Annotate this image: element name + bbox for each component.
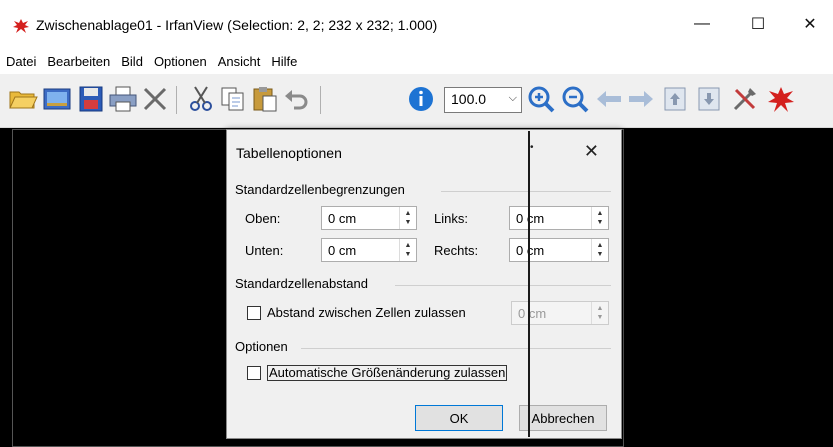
next-icon[interactable]	[626, 84, 656, 114]
menu-ansicht[interactable]: Ansicht	[218, 54, 261, 69]
group-options-label: Optionen	[235, 339, 288, 354]
ok-button[interactable]: OK	[415, 405, 503, 431]
previous-icon[interactable]	[594, 84, 624, 114]
top-margin-stepper[interactable]: 0 cm ▲ ▼	[321, 206, 417, 230]
dot-mark: •	[530, 142, 534, 153]
right-margin-stepper[interactable]: 0 cm ▲ ▼	[509, 238, 609, 262]
menu-bearbeiten[interactable]: Bearbeiten	[47, 54, 110, 69]
chevron-down-icon[interactable]: ⌵	[509, 92, 517, 105]
group-divider	[395, 285, 611, 286]
irfanview-app-icon	[13, 19, 29, 33]
left-margin-value: 0 cm	[516, 211, 545, 226]
settings-icon[interactable]	[730, 84, 760, 114]
drawn-line	[528, 131, 530, 437]
spin-arrows-icon: ▲ ▼	[591, 302, 608, 324]
zoom-value: 100.0	[451, 91, 487, 107]
copy-icon[interactable]	[218, 84, 248, 114]
maximize-button[interactable]: ☐	[736, 8, 780, 40]
open-folder-icon[interactable]	[8, 84, 38, 114]
group-cell-spacing-label: Standardzellenabstand	[235, 276, 368, 291]
first-page-icon[interactable]	[660, 84, 690, 114]
toolbar: 100.0 ⌵	[0, 74, 833, 128]
dialog-title: Tabellenoptionen	[236, 145, 342, 161]
print-icon[interactable]	[108, 84, 138, 114]
zoom-out-icon[interactable]	[560, 84, 590, 114]
irfanview-icon[interactable]	[766, 84, 796, 114]
table-options-dialog: Tabellenoptionen • ✕ Standardzellenbegre…	[226, 129, 622, 439]
cut-icon[interactable]	[186, 84, 216, 114]
toolbar-separator	[320, 86, 321, 114]
delete-icon[interactable]	[140, 84, 170, 114]
right-margin-value: 0 cm	[516, 243, 545, 258]
title-bar: Zwischenablage01 - IrfanView (Selection:…	[0, 0, 833, 48]
menu-bild[interactable]: Bild	[121, 54, 143, 69]
close-button[interactable]: ✕	[788, 8, 832, 40]
bottom-margin-value: 0 cm	[328, 243, 357, 258]
spacing-stepper: 0 cm ▲ ▼	[511, 301, 609, 325]
spin-arrows-icon[interactable]: ▲ ▼	[399, 239, 416, 261]
allow-spacing-label[interactable]: Abstand zwischen Zellen zulassen	[267, 305, 466, 320]
bottom-margin-stepper[interactable]: 0 cm ▲ ▼	[321, 238, 417, 262]
auto-resize-checkbox[interactable]	[247, 366, 261, 380]
group-cell-margins-label: Standardzellenbegrenzungen	[235, 182, 405, 197]
bottom-label: Unten:	[245, 243, 284, 258]
dialog-close-button[interactable]: ✕	[584, 141, 599, 162]
info-icon[interactable]	[406, 84, 436, 114]
paste-icon[interactable]	[250, 84, 280, 114]
last-page-icon[interactable]	[694, 84, 724, 114]
menu-hilfe[interactable]: Hilfe	[271, 54, 297, 69]
slideshow-icon[interactable]	[42, 84, 72, 114]
top-margin-value: 0 cm	[328, 211, 357, 226]
window-title: Zwischenablage01 - IrfanView (Selection:…	[36, 17, 438, 33]
auto-resize-label[interactable]: Automatische Größenänderung zulassen	[267, 365, 508, 381]
undo-icon[interactable]	[282, 84, 312, 114]
spin-arrows-icon[interactable]: ▲ ▼	[591, 207, 608, 229]
save-icon[interactable]	[76, 84, 106, 114]
allow-spacing-checkbox[interactable]	[247, 306, 261, 320]
spin-arrows-icon[interactable]: ▲ ▼	[399, 207, 416, 229]
menu-bar: Datei Bearbeiten Bild Optionen Ansicht H…	[0, 48, 833, 74]
menu-optionen[interactable]: Optionen	[154, 54, 207, 69]
top-label: Oben:	[245, 211, 281, 226]
menu-datei[interactable]: Datei	[6, 54, 36, 69]
zoom-in-icon[interactable]	[526, 84, 556, 114]
right-label: Rechts:	[434, 243, 479, 258]
spacing-value: 0 cm	[518, 306, 547, 321]
zoom-select[interactable]: 100.0 ⌵	[444, 87, 522, 113]
cancel-button[interactable]: Abbrechen	[519, 405, 607, 431]
group-divider	[301, 348, 611, 349]
spin-arrows-icon[interactable]: ▲ ▼	[591, 239, 608, 261]
left-margin-stepper[interactable]: 0 cm ▲ ▼	[509, 206, 609, 230]
toolbar-separator	[176, 86, 177, 114]
group-divider	[441, 191, 611, 192]
minimize-button[interactable]: —	[680, 8, 724, 40]
left-label: Links:	[434, 211, 468, 226]
